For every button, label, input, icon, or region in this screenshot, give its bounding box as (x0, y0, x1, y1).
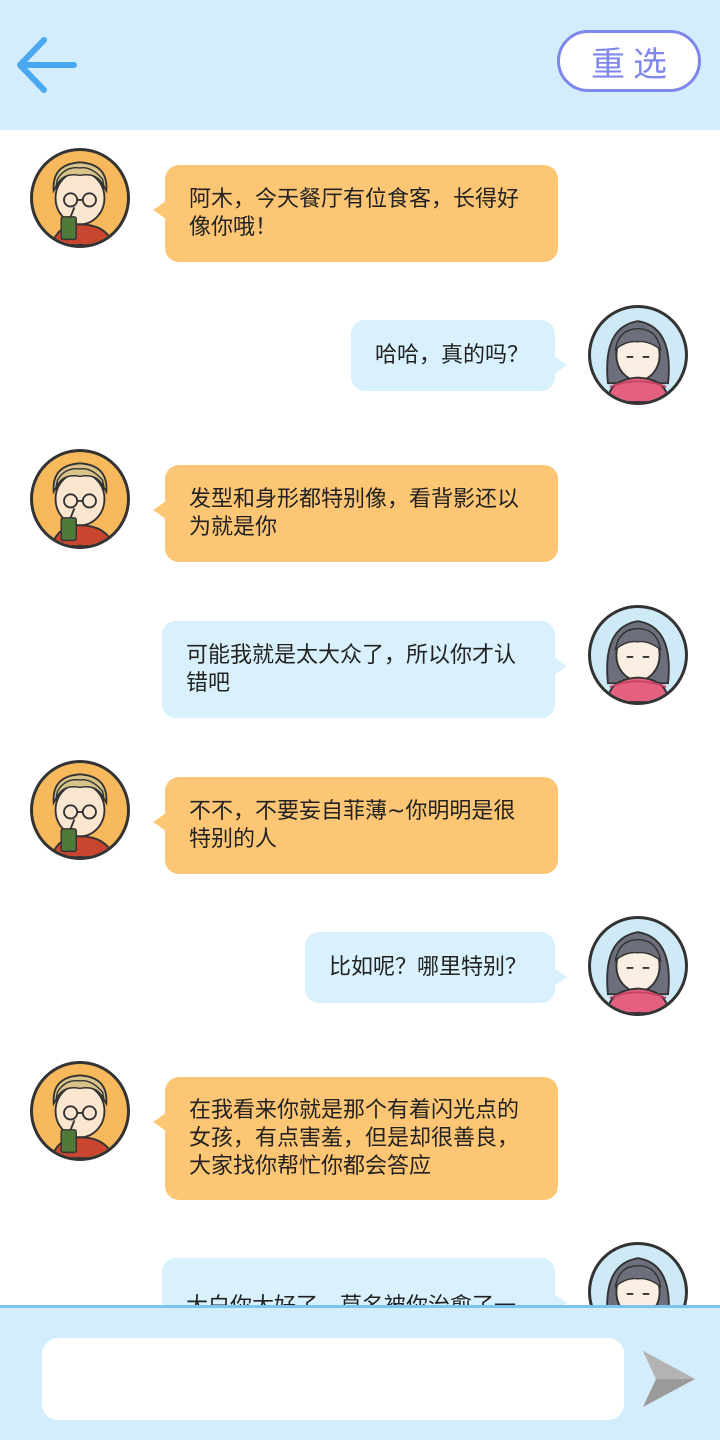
send-button[interactable] (640, 1348, 698, 1410)
reselect-button[interactable]: 重选 (557, 30, 701, 92)
girl-avatar (588, 305, 688, 405)
message-text: 比如呢？哪里特别？ (329, 954, 528, 980)
message-bubble-outgoing: 可能我就是太大众了，所以你才认错吧 (162, 621, 567, 718)
arrow-left-icon (17, 37, 77, 93)
message-input[interactable] (42, 1338, 624, 1420)
boy-avatar (30, 449, 130, 549)
message-text: 不不，不要妄自菲薄~你明明是很特别的人 (189, 798, 516, 852)
message-bubble-incoming: 阿木，今天餐厅有位食客，长得好像你哦！ (153, 165, 558, 262)
message-bubble-incoming: 发型和身形都特别像，看背影还以为就是你 (153, 465, 558, 562)
message-text: 大白你太好了，莫名被你治愈了一 (186, 1293, 516, 1306)
back-button[interactable] (12, 30, 82, 100)
boy-avatar (30, 148, 130, 248)
message-bubble-outgoing: 大白你太好了，莫名被你治愈了一 (162, 1258, 567, 1306)
message-text: 阿木，今天餐厅有位食客，长得好像你哦！ (189, 186, 520, 240)
message-bubble-incoming: 不不，不要妄自菲薄~你明明是很特别的人 (153, 777, 558, 874)
message-text: 可能我就是太大众了，所以你才认错吧 (186, 642, 517, 696)
message-bubble-outgoing: 比如呢？哪里特别？ (305, 932, 567, 1003)
reselect-label: 重选 (591, 44, 675, 85)
message-bubble-incoming: 在我看来你就是那个有着闪光点的女孩，有点害羞，但是却很善良，大家找你帮忙你都会答… (153, 1077, 558, 1200)
message-text: 在我看来你就是那个有着闪光点的女孩，有点害羞，但是却很善良，大家找你帮忙你都会答… (189, 1097, 520, 1179)
input-bar (0, 1305, 720, 1440)
girl-avatar (588, 916, 688, 1016)
boy-avatar (30, 760, 130, 860)
girl-avatar (588, 605, 688, 705)
message-text: 哈哈，真的吗？ (375, 342, 530, 368)
send-arrow-icon (643, 1351, 695, 1407)
message-text: 发型和身形都特别像，看背影还以为就是你 (189, 486, 520, 540)
girl-avatar (588, 1242, 688, 1305)
chat-area[interactable]: 阿木，今天餐厅有位食客，长得好像你哦！ 哈哈，真的吗？ 发型和身形都特别像，看背… (0, 130, 720, 1305)
top-bar: 重选 (0, 0, 720, 130)
message-bubble-outgoing: 哈哈，真的吗？ (351, 320, 567, 391)
boy-avatar (30, 1061, 130, 1161)
